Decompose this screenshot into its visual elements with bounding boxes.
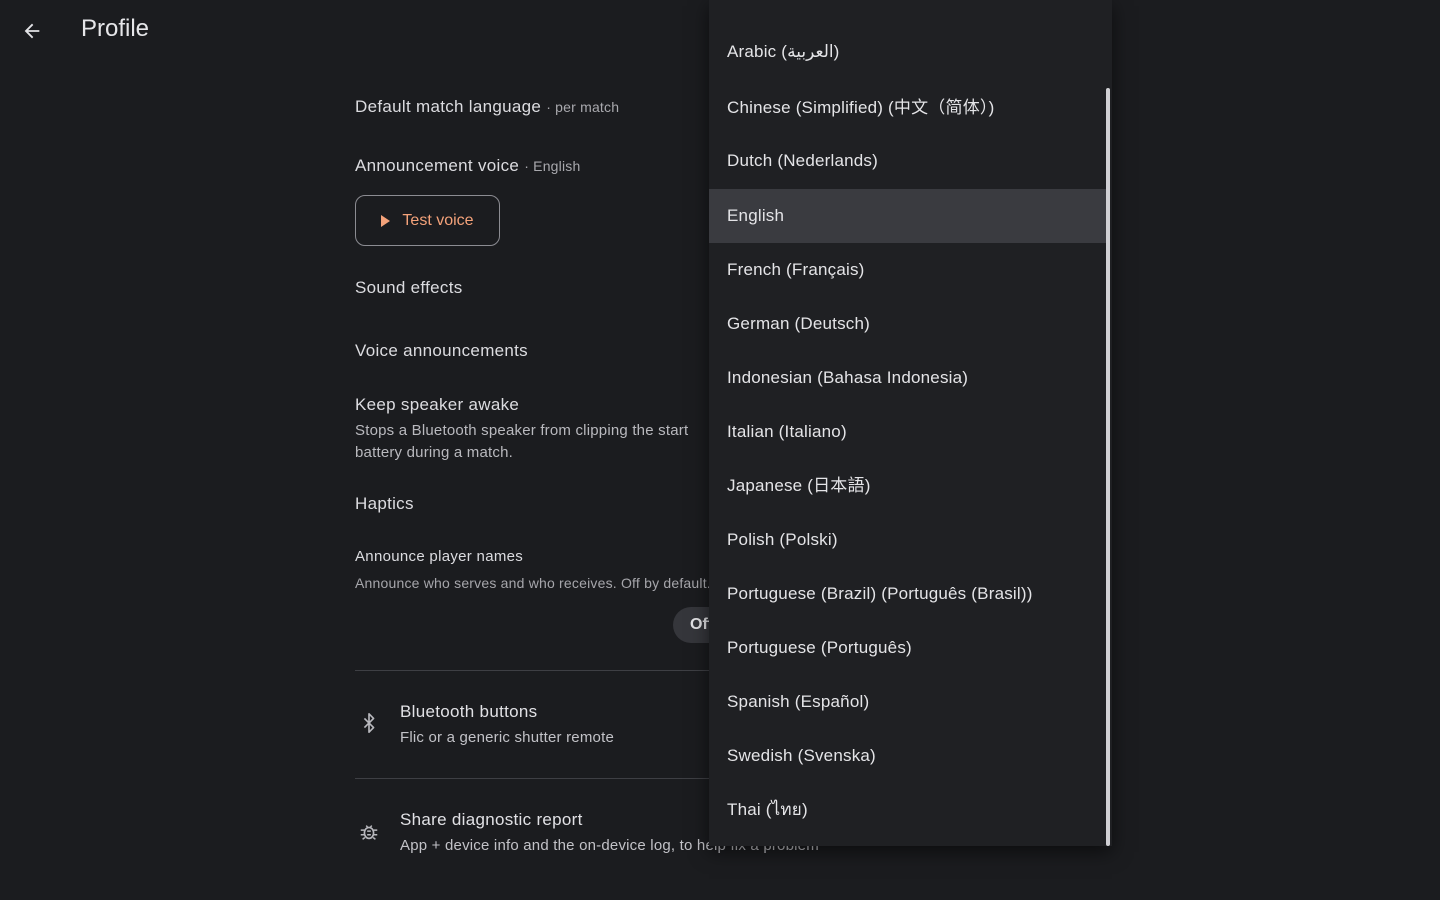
- language-option-french[interactable]: French (Français): [709, 243, 1107, 297]
- language-option-arabic[interactable]: Arabic (العربية): [709, 25, 1107, 79]
- language-option-swedish[interactable]: Swedish (Svenska): [709, 729, 1107, 783]
- language-option-portuguese[interactable]: Portuguese (Português): [709, 621, 1107, 675]
- page-title: Profile: [81, 15, 150, 42]
- language-dropdown-menu[interactable]: Arabic (العربية) Chinese (Simplified) (中…: [709, 0, 1112, 846]
- language-option-english[interactable]: English: [709, 189, 1107, 243]
- arrow-back-icon: [24, 23, 40, 39]
- share-diagnostic-report-title[interactable]: Share diagnostic report: [400, 810, 583, 830]
- divider: [355, 670, 715, 671]
- menu-scrollbar[interactable]: [1106, 88, 1110, 846]
- announcement-voice-label: Announcement voice: [355, 156, 520, 175]
- play-icon: [381, 214, 391, 227]
- test-voice-label: Test voice: [402, 211, 474, 229]
- bluetooth-icon: [363, 713, 375, 733]
- language-option-indonesian[interactable]: Indonesian (Bahasa Indonesia): [709, 351, 1107, 405]
- back-button[interactable]: [16, 14, 48, 48]
- default-match-language-value: · per match: [546, 99, 620, 115]
- language-option-thai[interactable]: Thai (ไทย): [709, 783, 1107, 837]
- bug-report-icon: [360, 825, 378, 840]
- language-option-portuguese-brazil[interactable]: Portuguese (Brazil) (Português (Brasil)): [709, 567, 1107, 621]
- announcement-voice-value: · English: [524, 158, 581, 174]
- language-option-polish[interactable]: Polish (Polski): [709, 513, 1107, 567]
- keep-speaker-awake-desc-line2: battery during a match.: [355, 444, 514, 461]
- language-option-chinese-simplified[interactable]: Chinese (Simplified) (中文（简体）): [709, 81, 1107, 135]
- keep-speaker-awake-title[interactable]: Keep speaker awake: [355, 395, 519, 415]
- language-option-japanese[interactable]: Japanese (日本語): [709, 459, 1107, 513]
- keep-speaker-awake-desc-line1: Stops a Bluetooth speaker from clipping …: [355, 422, 689, 439]
- bluetooth-buttons-subtitle: Flic or a generic shutter remote: [400, 729, 614, 746]
- bluetooth-buttons-title[interactable]: Bluetooth buttons: [400, 702, 537, 722]
- language-option-spanish[interactable]: Spanish (Español): [709, 675, 1107, 729]
- haptics-label[interactable]: Haptics: [355, 494, 414, 514]
- announcement-voice-row[interactable]: Announcement voice · English: [355, 156, 580, 176]
- announce-player-names-desc: Announce who serves and who receives. Of…: [355, 575, 711, 591]
- announce-player-names-title: Announce player names: [355, 548, 524, 565]
- voice-announcements-label[interactable]: Voice announcements: [355, 341, 528, 361]
- sound-effects-label[interactable]: Sound effects: [355, 278, 463, 298]
- default-match-language-row[interactable]: Default match language · per match: [355, 97, 619, 117]
- language-option-dutch[interactable]: Dutch (Nederlands): [709, 134, 1107, 188]
- default-match-language-label: Default match language: [355, 97, 542, 116]
- language-option-german[interactable]: German (Deutsch): [709, 297, 1107, 351]
- divider: [355, 778, 715, 779]
- language-option-italian[interactable]: Italian (Italiano): [709, 405, 1107, 459]
- test-voice-button[interactable]: Test voice: [355, 195, 500, 246]
